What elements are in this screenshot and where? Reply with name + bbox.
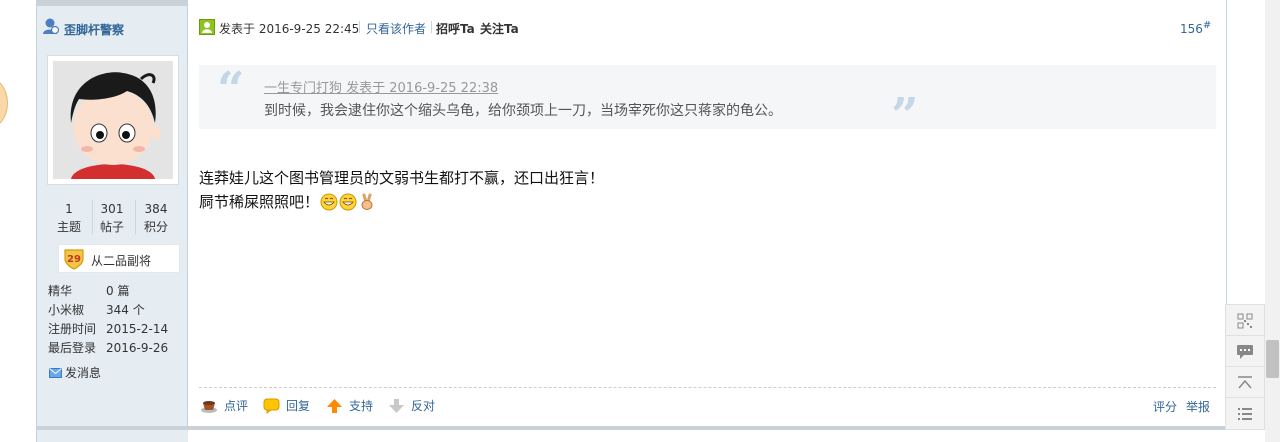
user-online-icon	[43, 18, 60, 35]
reply-button[interactable]: 回复	[263, 397, 310, 414]
avatar-frame[interactable]	[47, 55, 179, 185]
speech-bubble-icon	[263, 398, 280, 414]
info-key: 最后登录	[48, 341, 97, 355]
post-footer-divider	[199, 387, 1216, 388]
info-key: 小米椒	[48, 303, 85, 317]
scrollbar-thumb[interactable]	[1266, 340, 1279, 378]
stat-points[interactable]: 384 积分	[135, 200, 177, 236]
grin-smiley-icon	[339, 193, 357, 210]
envelope-icon	[49, 368, 62, 378]
stat-posts-label: 帖子	[99, 220, 124, 234]
post-body-line: 连莽娃儿这个图书管理员的文弱书生都打不赢，还口出狂言！	[199, 169, 605, 187]
victory-hand-icon	[361, 193, 373, 210]
left-gutter	[0, 0, 36, 442]
reply-label: 回复	[286, 399, 311, 413]
rank-medal-icon: 29	[64, 249, 84, 270]
stat-posts[interactable]: 301 帖子	[91, 200, 133, 236]
stat-threads[interactable]: 1 主题	[48, 200, 90, 236]
grin-smiley-icon	[320, 193, 338, 210]
send-message-link[interactable]: 发消息	[49, 364, 101, 381]
arrow-down-icon	[389, 398, 404, 413]
stat-threads-label: 主题	[56, 220, 81, 234]
back-to-top-button[interactable]	[1225, 366, 1265, 399]
support-label: 支持	[349, 399, 374, 413]
post-body-line: 屙节稀屎照照吧！	[199, 191, 376, 212]
list-icon	[1238, 407, 1252, 420]
info-row-last-login: 最后登录 2016-9-26	[48, 339, 168, 356]
comment-float-button[interactable]	[1225, 335, 1265, 368]
coffee-cup-icon	[201, 400, 217, 413]
info-row-pepper: 小米椒 344 个	[48, 301, 145, 318]
info-value: 2016-9-26	[106, 341, 169, 355]
avatar[interactable]	[53, 61, 173, 179]
info-value: 344 个	[106, 303, 145, 317]
info-value: 2015-2-14	[106, 322, 169, 336]
rate-link[interactable]: 评分	[1153, 398, 1177, 415]
floor-number: 156	[1180, 22, 1203, 36]
back-to-top-icon	[1238, 375, 1252, 388]
header-separator	[359, 21, 360, 33]
comment-button[interactable]: 点评	[200, 397, 248, 414]
info-value: 0 篇	[106, 284, 130, 298]
stat-points-label: 积分	[143, 220, 168, 234]
next-post-top-border	[188, 426, 1227, 430]
header-separator	[431, 21, 432, 33]
send-message-label: 发消息	[65, 366, 102, 380]
report-link[interactable]: 举报	[1186, 398, 1210, 415]
comment-label: 点评	[224, 399, 249, 413]
oppose-label: 反对	[411, 399, 436, 413]
online-status-icon	[199, 19, 215, 35]
info-key: 精华	[48, 284, 73, 298]
support-button[interactable]: 支持	[326, 397, 373, 414]
next-post-sidebar	[37, 426, 188, 442]
stat-posts-value: 301	[100, 202, 124, 216]
info-row-registered: 注册时间 2015-2-14	[48, 320, 168, 337]
info-row-digest: 精华 0 篇	[48, 282, 129, 299]
stat-points-value: 384	[144, 202, 168, 216]
info-key: 注册时间	[48, 322, 97, 336]
list-button[interactable]	[1225, 397, 1265, 430]
post-body-text: 屙节稀屎照照吧！	[199, 193, 320, 211]
svg-text:29: 29	[67, 254, 81, 265]
chat-icon	[1237, 344, 1253, 359]
greet-link[interactable]: 招呼Ta	[436, 20, 475, 37]
avatar-image	[53, 61, 173, 179]
only-author-link[interactable]: 只看该作者	[366, 20, 426, 37]
follow-link[interactable]: 关注Ta	[480, 20, 519, 37]
qrcode-icon	[1237, 313, 1253, 328]
sidebar-top-border	[37, 0, 188, 6]
quote-text: 到时候，我会逮住你这个缩头乌龟，给你颈项上一刀，当场宰死你这只蒋家的龟公。	[264, 103, 782, 119]
quote-close-mark-icon: ”	[891, 88, 919, 144]
stat-threads-value: 1	[65, 202, 73, 216]
floor-mark: #	[1202, 20, 1212, 31]
qrcode-button[interactable]	[1225, 304, 1265, 337]
post-timestamp: 发表于 2016-9-25 22:45	[219, 22, 360, 36]
arrow-up-icon	[327, 398, 342, 413]
rank-label: 从二品副将	[91, 254, 152, 268]
author-name-link[interactable]: 歪脚杆警察	[64, 21, 124, 38]
floor-number-link[interactable]: 156#	[1180, 20, 1211, 36]
quote-source-link[interactable]: 一生专门打狗 发表于 2016-9-25 22:38	[264, 77, 498, 96]
oppose-button[interactable]: 反对	[388, 397, 435, 414]
quote-open-mark-icon: “	[217, 62, 245, 118]
